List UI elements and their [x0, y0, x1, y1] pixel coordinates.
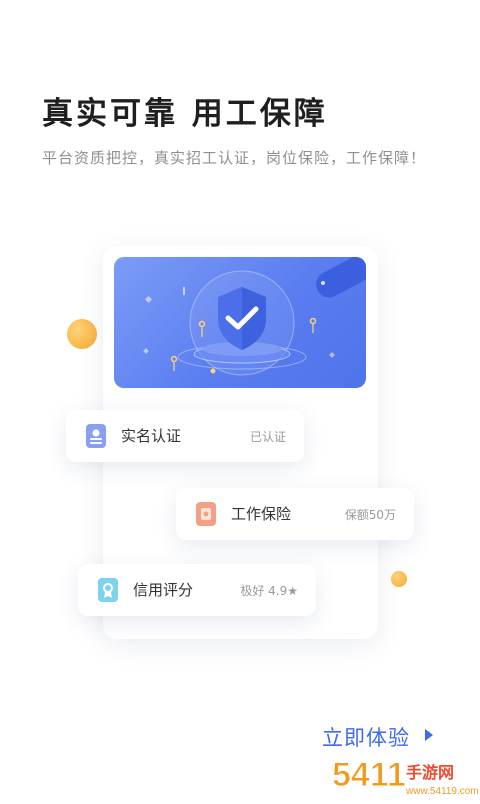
- list-item-work-insurance[interactable]: 工作保险 保额50万: [176, 488, 414, 540]
- page-subtitle: 平台资质把控，真实招工认证，岗位保险，工作保障！: [42, 149, 427, 167]
- id-card-icon: [86, 424, 106, 448]
- svg-text:5411: 5411: [332, 756, 406, 794]
- security-banner: [114, 257, 366, 388]
- list-item-credit-score[interactable]: 信用评分 极好 4.9★: [78, 564, 316, 616]
- insurance-amount: 保额50万: [344, 508, 396, 522]
- shield-check-icon: [143, 257, 366, 376]
- svg-text:手游网: 手游网: [406, 763, 454, 782]
- svg-text:www.54119.com: www.54119.com: [405, 786, 479, 797]
- play-arrow-icon[interactable]: [425, 729, 433, 741]
- insurance-label: 工作保险: [231, 505, 292, 523]
- credit-label: 信用评分: [133, 581, 194, 599]
- verification-label: 实名认证: [121, 427, 182, 445]
- watermark-logo: 5411 手游网 www.54119.com: [330, 752, 480, 800]
- decor-orange-dot-large: [67, 319, 97, 349]
- try-now-button[interactable]: 立即体验: [322, 722, 410, 752]
- verification-status: 已认证: [249, 430, 286, 444]
- decor-orange-dot-right: [391, 571, 407, 587]
- insurance-icon: [196, 502, 216, 526]
- page-title: 真实可靠 用工保障: [42, 96, 328, 132]
- list-item-real-name-verification[interactable]: 实名认证 已认证: [66, 410, 304, 462]
- credit-icon: [98, 578, 118, 602]
- credit-score: 极好 4.9★: [240, 584, 298, 598]
